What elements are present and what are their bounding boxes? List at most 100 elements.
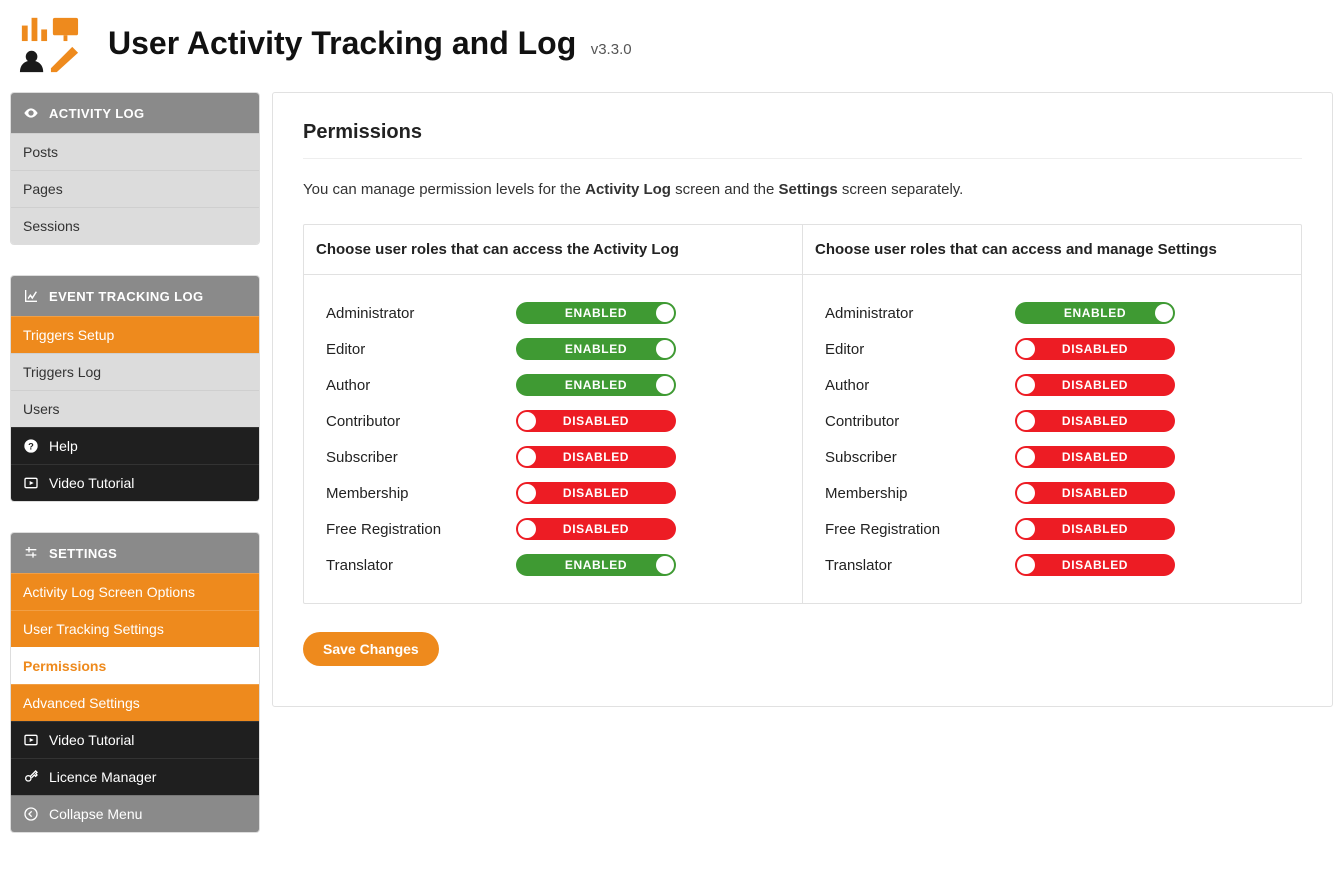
role-label: Translator — [326, 557, 516, 574]
page-title: Permissions — [303, 121, 1302, 144]
toggle-label: DISABLED — [1062, 414, 1128, 428]
permission-row: Free Registration DISABLED — [326, 511, 780, 547]
nav-item-help[interactable]: ?Help — [11, 427, 259, 464]
nav-item-pages[interactable]: Pages — [11, 170, 259, 207]
nav-section-header: EVENT TRACKING LOG — [11, 276, 259, 316]
nav-item-label: Users — [23, 401, 60, 417]
role-label: Administrator — [326, 305, 516, 322]
permission-toggle[interactable]: DISABLED — [1015, 446, 1175, 468]
toggle-knob — [518, 412, 536, 430]
nav-section-title: EVENT TRACKING LOG — [49, 289, 204, 304]
permission-row: AuthorENABLED — [326, 367, 780, 403]
toggle-knob — [518, 448, 536, 466]
nav-item-label: Video Tutorial — [49, 732, 134, 748]
nav-item-users[interactable]: Users — [11, 390, 259, 427]
nav-item-posts[interactable]: Posts — [11, 133, 259, 170]
eye-icon — [23, 105, 39, 121]
toggle-knob — [1017, 340, 1035, 358]
toggle-knob — [1017, 484, 1035, 502]
nav-item-video-tutorial[interactable]: Video Tutorial — [11, 721, 259, 758]
svg-text:?: ? — [28, 441, 34, 451]
nav-item-label: Licence Manager — [49, 769, 156, 785]
main-panel: Permissions You can manage permission le… — [272, 92, 1333, 707]
permission-row: TranslatorDISABLED — [825, 547, 1279, 583]
permission-toggle[interactable]: ENABLED — [516, 554, 676, 576]
permissions-col-activity-log: Choose user roles that can access the Ac… — [304, 225, 802, 603]
permission-toggle[interactable]: DISABLED — [1015, 374, 1175, 396]
nav-item-sessions[interactable]: Sessions — [11, 207, 259, 244]
toggle-label: ENABLED — [565, 306, 627, 320]
permission-row: TranslatorENABLED — [326, 547, 780, 583]
toggle-label: DISABLED — [563, 414, 629, 428]
role-label: Contributor — [326, 413, 516, 430]
role-label: Subscriber — [825, 449, 1015, 466]
toggle-knob — [656, 304, 674, 322]
permission-toggle[interactable]: DISABLED — [516, 446, 676, 468]
nav-item-triggers-setup[interactable]: Triggers Setup — [11, 316, 259, 353]
video-icon — [23, 732, 39, 748]
role-label: Administrator — [825, 305, 1015, 322]
intro-text: You can manage permission levels for the… — [303, 181, 1302, 198]
nav-item-video-tutorial[interactable]: Video Tutorial — [11, 464, 259, 501]
role-label: Membership — [825, 485, 1015, 502]
permission-toggle[interactable]: DISABLED — [516, 410, 676, 432]
permission-row: ContributorDISABLED — [825, 403, 1279, 439]
nav-item-label: Posts — [23, 144, 58, 160]
app-logo — [18, 12, 80, 74]
toggle-label: DISABLED — [563, 486, 629, 500]
collapse-icon — [23, 806, 39, 822]
nav-item-label: Activity Log Screen Options — [23, 584, 195, 600]
toggle-label: DISABLED — [1062, 522, 1128, 536]
nav-item-licence-manager[interactable]: Licence Manager — [11, 758, 259, 795]
nav-section-title: ACTIVITY LOG — [49, 106, 145, 121]
toggle-knob — [1017, 376, 1035, 394]
permission-toggle[interactable]: DISABLED — [1015, 518, 1175, 540]
sliders-icon — [23, 545, 39, 561]
permission-toggle[interactable]: DISABLED — [1015, 554, 1175, 576]
role-label: Editor — [326, 341, 516, 358]
permission-row: MembershipDISABLED — [825, 475, 1279, 511]
nav-item-permissions[interactable]: Permissions — [11, 647, 259, 684]
role-label: Membership — [326, 485, 516, 502]
role-label: Free Registration — [326, 521, 516, 538]
permission-row: EditorDISABLED — [825, 331, 1279, 367]
permission-toggle[interactable]: DISABLED — [516, 482, 676, 504]
toggle-knob — [518, 484, 536, 502]
permission-row: Membership DISABLED — [326, 475, 780, 511]
permission-toggle[interactable]: DISABLED — [1015, 410, 1175, 432]
permission-row: EditorENABLED — [326, 331, 780, 367]
permission-toggle[interactable]: ENABLED — [516, 338, 676, 360]
toggle-label: DISABLED — [563, 450, 629, 464]
permission-toggle[interactable]: ENABLED — [516, 302, 676, 324]
nav-item-label: Collapse Menu — [49, 806, 142, 822]
toggle-label: ENABLED — [565, 378, 627, 392]
nav-item-activity-log-screen-options[interactable]: Activity Log Screen Options — [11, 573, 259, 610]
permission-row: Free RegistrationDISABLED — [825, 511, 1279, 547]
key-icon — [23, 769, 39, 785]
nav-item-label: Permissions — [23, 658, 106, 674]
toggle-label: ENABLED — [1064, 306, 1126, 320]
save-changes-button[interactable]: Save Changes — [303, 632, 439, 666]
nav-item-user-tracking-settings[interactable]: User Tracking Settings — [11, 610, 259, 647]
toggle-label: DISABLED — [1062, 450, 1128, 464]
toggle-knob — [656, 556, 674, 574]
toggle-knob — [656, 340, 674, 358]
nav-item-triggers-log[interactable]: Triggers Log — [11, 353, 259, 390]
app-title: User Activity Tracking and Log — [108, 25, 576, 61]
permission-toggle[interactable]: DISABLED — [1015, 482, 1175, 504]
permission-toggle[interactable]: DISABLED — [516, 518, 676, 540]
nav-section-header: ACTIVITY LOG — [11, 93, 259, 133]
role-label: Editor — [825, 341, 1015, 358]
nav-item-advanced-settings[interactable]: Advanced Settings — [11, 684, 259, 721]
role-label: Author — [825, 377, 1015, 394]
permission-row: Administrator ENABLED — [825, 295, 1279, 331]
nav-item-collapse-menu[interactable]: Collapse Menu — [11, 795, 259, 832]
toggle-knob — [1155, 304, 1173, 322]
toggle-label: DISABLED — [563, 522, 629, 536]
permission-toggle[interactable]: ENABLED — [516, 374, 676, 396]
permission-toggle[interactable]: ENABLED — [1015, 302, 1175, 324]
app-version: v3.3.0 — [591, 41, 632, 58]
permission-toggle[interactable]: DISABLED — [1015, 338, 1175, 360]
nav-item-label: Triggers Log — [23, 364, 101, 380]
chart-icon — [23, 288, 39, 304]
